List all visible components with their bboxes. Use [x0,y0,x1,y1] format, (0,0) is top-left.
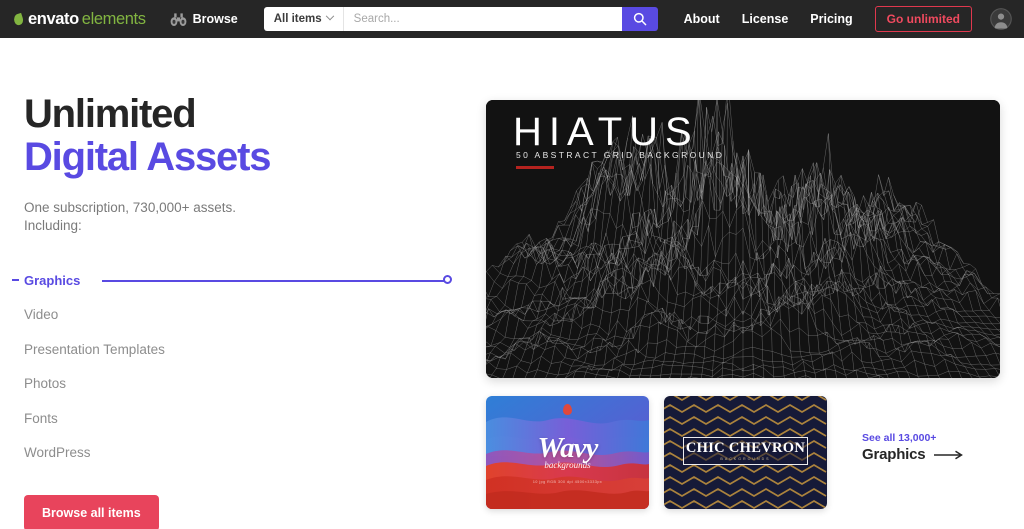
hero-subtitle: One subscription, 730,000+ assets. Inclu… [24,199,470,235]
nav-link-license[interactable]: License [742,12,789,26]
leaf-icon [12,12,25,26]
nav-link-pricing[interactable]: Pricing [810,12,852,26]
search-input[interactable] [343,7,622,31]
category-progress-knob[interactable] [443,275,452,284]
thumbnail-row: Wavy backgrounds 10 jpg RGB 300 dpi 4500… [486,396,1000,509]
envato-elements-logo[interactable]: envato elements [12,9,146,29]
see-all-graphics-link[interactable]: See all 13,000+ Graphics [862,396,964,463]
badge-icon [563,404,572,415]
thumbnail-subtitle: BACKGROUNDS [720,457,771,461]
hero-heading: Unlimited Digital Assets [24,93,470,179]
browse-label: Browse [192,12,238,26]
featured-title: HIATUS [513,110,699,154]
main-content: Unlimited Digital Assets One subscriptio… [0,38,1024,529]
hero-subtitle-line1: One subscription, 730,000+ assets. [24,200,237,215]
category-item-photos[interactable]: Photos [24,367,470,402]
chic-chevron-thumbnail[interactable]: CHIC CHEVRON BACKGROUNDS [664,396,827,509]
hero-subtitle-line2: Including: [24,218,82,233]
hero-heading-line1: Unlimited [24,92,197,136]
category-progress-line [102,279,446,282]
search-bar: All items [263,7,658,31]
user-avatar-icon [990,8,1012,30]
active-marker-dash [12,279,19,281]
see-all-category-label: Graphics [862,446,926,463]
wavy-backgrounds-thumbnail[interactable]: Wavy backgrounds 10 jpg RGB 300 dpi 4500… [486,396,649,509]
browse-all-items-button[interactable]: Browse all items [24,495,159,529]
search-icon [633,12,646,26]
featured-accent-rule [516,166,554,169]
showcase-column: HIATUS 50 ABSTRACT GRID BACKGROUND Wavy … [470,38,1024,529]
thumbnail-specs: 10 jpg RGB 300 dpi 4500×3333px [532,480,603,484]
logo-primary-text: envato [28,9,79,28]
see-all-count-label: See all 13,000+ [862,432,937,444]
search-submit-button[interactable] [621,7,658,31]
featured-subtitle: 50 ABSTRACT GRID BACKGROUND [516,150,725,160]
binoculars-icon [170,12,186,26]
logo-secondary-text: elements [81,9,146,28]
thumbnail-subtitle: backgrounds [544,460,591,470]
chevron-title-frame: CHIC CHEVRON BACKGROUNDS [683,437,808,465]
category-label: Presentation Templates [24,341,165,357]
header-nav-links: About License Pricing [684,12,853,26]
nav-link-about[interactable]: About [684,12,720,26]
category-item-graphics[interactable]: Graphics [12,263,470,298]
category-label: Video [24,307,59,323]
go-unlimited-button[interactable]: Go unlimited [874,6,972,32]
category-label: Fonts [24,410,58,426]
category-item-fonts[interactable]: Fonts [24,401,470,436]
search-category-label: All items [273,13,322,25]
hero-left-column: Unlimited Digital Assets One subscriptio… [0,38,470,529]
category-label: Photos [24,376,67,392]
arrow-right-icon [934,450,964,459]
category-item-wordpress[interactable]: WordPress [24,436,470,471]
user-avatar[interactable] [990,8,1012,30]
category-list: Graphics Video Presentation Templates Ph… [12,263,470,471]
top-navigation-bar: envato elements Browse All items About [0,0,1024,38]
thumbnail-title: CHIC CHEVRON [685,440,806,456]
see-all-category-row: Graphics [862,446,964,463]
category-label: Graphics [24,272,81,288]
category-item-presentation-templates[interactable]: Presentation Templates [24,332,470,367]
chevron-down-icon [325,11,334,21]
search-category-select[interactable]: All items [263,7,344,31]
hero-heading-line2: Digital Assets [24,135,271,179]
browse-nav-item[interactable]: Browse [170,12,238,27]
featured-asset-card[interactable]: HIATUS 50 ABSTRACT GRID BACKGROUND [486,100,1000,378]
category-item-video[interactable]: Video [24,298,470,333]
category-label: WordPress [24,445,91,461]
